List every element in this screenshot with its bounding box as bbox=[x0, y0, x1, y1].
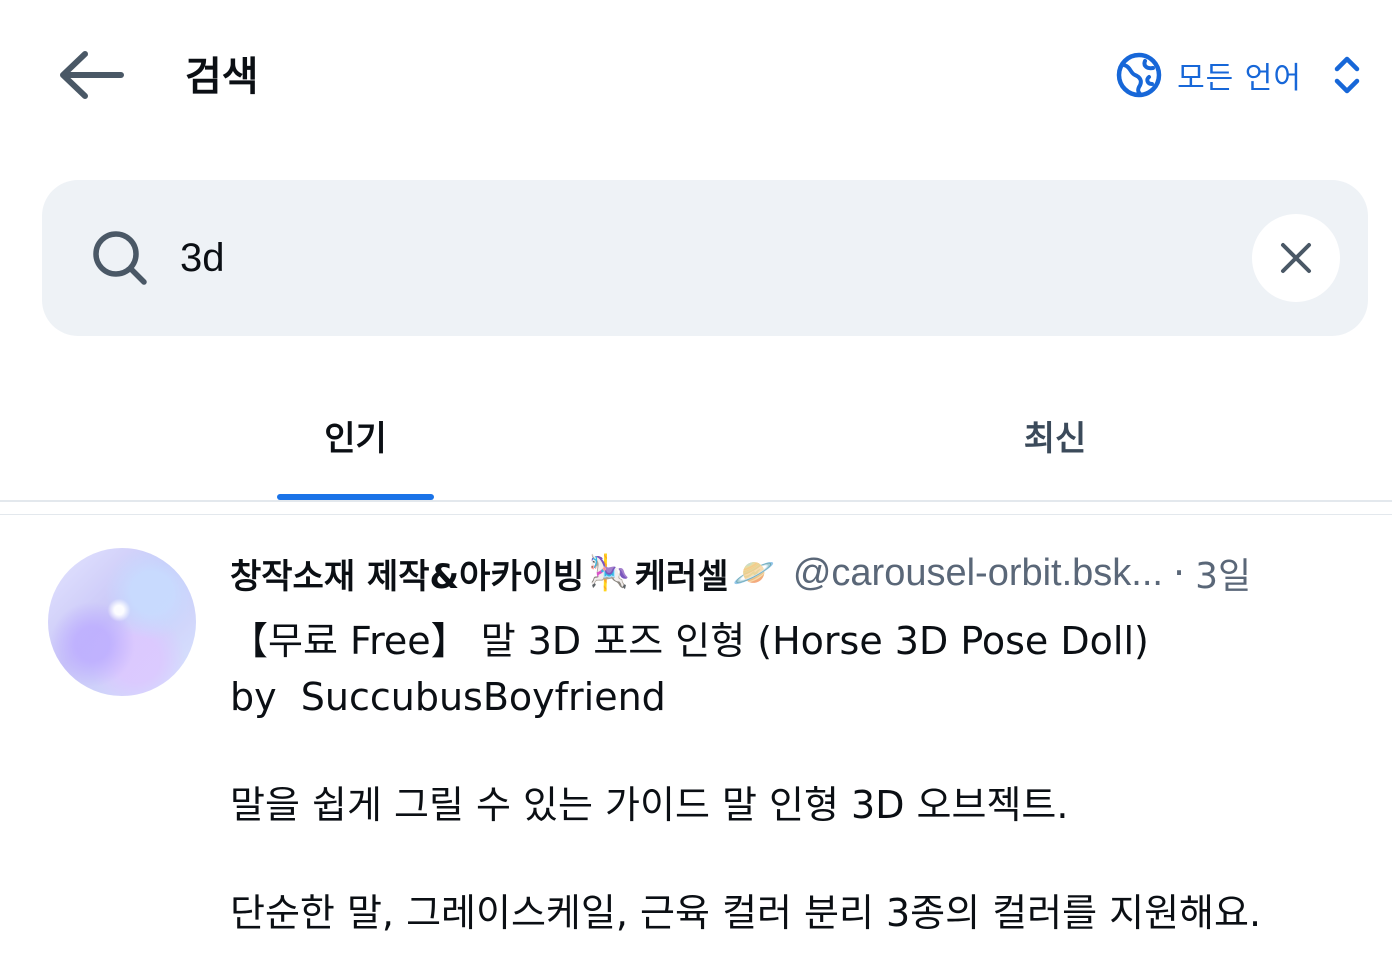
globe-icon bbox=[1116, 52, 1162, 98]
search-bar bbox=[42, 180, 1368, 336]
search-input[interactable] bbox=[180, 224, 1230, 292]
separator: · bbox=[1172, 551, 1186, 595]
post-time[interactable]: 3일 bbox=[1195, 547, 1251, 599]
post-text-line: 말을 쉽게 그릴 수 있는 가이드 말 인형 3D 오브젝트. bbox=[230, 783, 1069, 827]
language-select[interactable]: 모든 언어 bbox=[1115, 48, 1364, 102]
chevron-up-down-icon bbox=[1334, 56, 1360, 94]
tab-popular[interactable]: 인기 bbox=[277, 370, 434, 500]
language-label: 모든 언어 bbox=[1177, 61, 1302, 96]
close-icon bbox=[1281, 243, 1311, 273]
ringed-planet-icon: 🪐 bbox=[732, 553, 775, 593]
post-text-line: by SuccubusBoyfriend bbox=[230, 675, 666, 719]
back-button[interactable] bbox=[50, 40, 130, 110]
post-meta: 창작소재 제작&아카이빙 🎠 케러셀 🪐 @carousel-orbit.bsk… bbox=[230, 547, 1392, 599]
post-text-line: 【무료 Free】 말 3D 포즈 인형 (Horse 3D Pose Doll… bbox=[230, 619, 1149, 663]
tab-bar: 인기 최신 bbox=[0, 370, 1392, 502]
avatar[interactable] bbox=[48, 548, 196, 696]
post-text-line: 단순한 말, 그레이스케일, 근육 컬러 분리 3종의 컬러를 지원해요. bbox=[230, 891, 1262, 935]
active-tab-indicator bbox=[277, 494, 434, 500]
author-display-name-suffix[interactable]: 케러셀 bbox=[635, 549, 729, 598]
carousel-horse-icon: 🎠 bbox=[588, 553, 631, 593]
author-handle[interactable]: @carousel-orbit.bsk... bbox=[793, 552, 1163, 595]
clear-search-button[interactable] bbox=[1252, 214, 1340, 302]
arrow-left-icon bbox=[60, 51, 124, 99]
author-display-name[interactable]: 창작소재 제작&아카이빙 bbox=[230, 549, 584, 598]
search-icon bbox=[93, 231, 147, 285]
post-item[interactable]: 창작소재 제작&아카이빙 🎠 케러셀 🪐 @carousel-orbit.bsk… bbox=[0, 515, 1392, 964]
tab-latest[interactable]: 최신 bbox=[975, 370, 1135, 500]
post-text: 【무료 Free】 말 3D 포즈 인형 (Horse 3D Pose Doll… bbox=[230, 613, 1350, 941]
page-title: 검색 bbox=[185, 54, 259, 100]
header: 검색 모든 언어 bbox=[0, 0, 1392, 150]
